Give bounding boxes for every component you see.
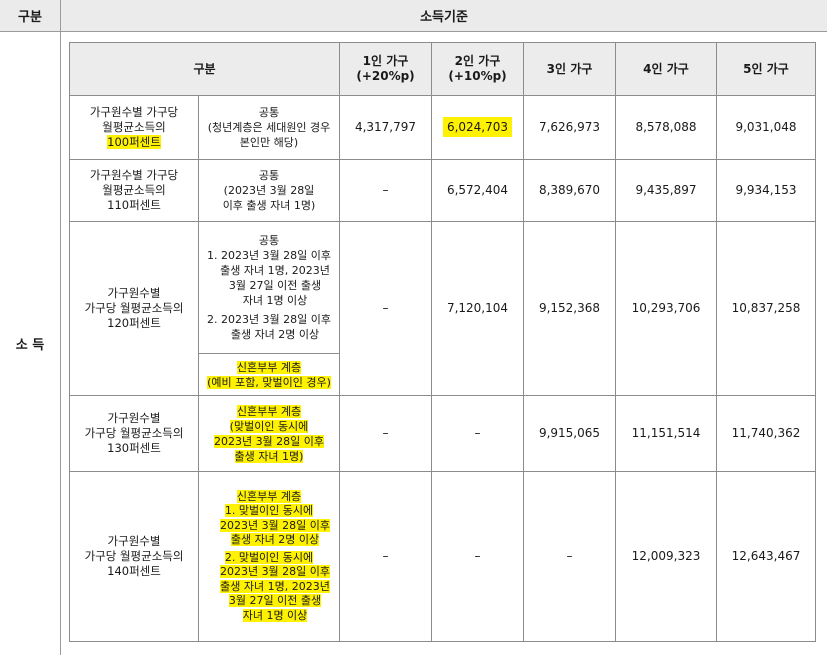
value-cell: 6,572,404 <box>431 159 524 222</box>
value-cell: 6,024,703 <box>431 95 524 160</box>
row-label: 가구원수별 가구당 월평균소득의 100퍼센트 <box>69 95 199 160</box>
condition-cell: 공통 1. 2023년 3월 28일 이후 출생 자녀 1명, 2023년 3월 2… <box>198 221 340 354</box>
value-cell: 12,643,467 <box>716 471 816 642</box>
table-row: 가구원수별 가구당 월평균소득의 120퍼센트 공통 1. 2023년 3월 2… <box>69 221 816 396</box>
condition-cell: 신혼부부 계층 (맞벌이인 동시에 2023년 3월 28일 이후 출생 자녀 … <box>198 395 340 472</box>
condition-cell: 신혼부부 계층 (예비 포함, 맞벌이인 경우) <box>198 353 340 396</box>
row-label: 가구원수별 가구당 월평균소득의 110퍼센트 <box>69 159 199 222</box>
value-cell: 9,031,048 <box>716 95 816 160</box>
value-cell: 10,837,258 <box>716 221 816 396</box>
value-cell: – <box>339 159 432 222</box>
value-cell: – <box>431 395 524 472</box>
value-cell: 4,317,797 <box>339 95 432 160</box>
row-label: 가구원수별 가구당 월평균소득의 140퍼센트 <box>69 471 199 642</box>
table-row: 가구원수별 가구당 월평균소득의 140퍼센트 신혼부부 계층 1. 맞벌이인 … <box>69 471 816 642</box>
household-1-header: 1인 가구 (+20%p) <box>339 42 432 96</box>
value-cell: 9,915,065 <box>523 395 616 472</box>
value-cell: 11,740,362 <box>716 395 816 472</box>
row-label: 가구원수별 가구당 월평균소득의 120퍼센트 <box>69 221 199 396</box>
value-cell: – <box>339 221 432 396</box>
income-criteria-title: 소득기준 <box>61 0 827 32</box>
table-row: 가구원수별 가구당 월평균소득의 130퍼센트 신혼부부 계층 (맞벌이인 동시… <box>69 395 816 472</box>
value-cell: 9,152,368 <box>523 221 616 396</box>
value-cell: 7,120,104 <box>431 221 524 396</box>
value-cell: 11,151,514 <box>615 395 717 472</box>
income-criteria-table: 구분 1인 가구 (+20%p) 2인 가구 (+10%p) 3인 가구 4인 가구… <box>69 42 816 642</box>
value-cell: 9,934,153 <box>716 159 816 222</box>
income-row-label: 소 득 <box>0 32 61 655</box>
value-cell: – <box>339 395 432 472</box>
value-cell: 8,389,670 <box>523 159 616 222</box>
value-cell: – <box>339 471 432 642</box>
value-cell: 8,578,088 <box>615 95 717 160</box>
table-row: 가구원수별 가구당 월평균소득의 100퍼센트 공통 (청년계층은 세대원인 경… <box>69 95 816 160</box>
value-cell: 10,293,706 <box>615 221 717 396</box>
value-cell: – <box>523 471 616 642</box>
value-cell: 12,009,323 <box>615 471 717 642</box>
category-header: 구분 <box>69 42 340 96</box>
household-3-header: 3인 가구 <box>523 42 616 96</box>
value-cell: 7,626,973 <box>523 95 616 160</box>
household-4-header: 4인 가구 <box>615 42 717 96</box>
header-row: 구분 1인 가구 (+20%p) 2인 가구 (+10%p) 3인 가구 4인 가구… <box>69 42 816 96</box>
row-label: 가구원수별 가구당 월평균소득의 130퍼센트 <box>69 395 199 472</box>
condition-cell: 공통 (2023년 3월 28일 이후 출생 자녀 1명) <box>198 159 340 222</box>
table-row: 가구원수별 가구당 월평균소득의 110퍼센트 공통 (2023년 3월 28일… <box>69 159 816 222</box>
outer-category-header: 구분 <box>0 0 61 32</box>
household-2-header: 2인 가구 (+10%p) <box>431 42 524 96</box>
value-cell: 9,435,897 <box>615 159 717 222</box>
condition-cell: 신혼부부 계층 1. 맞벌이인 동시에 2023년 3월 28일 이후 출생 자녀 … <box>198 471 340 642</box>
condition-cell: 공통 (청년계층은 세대원인 경우 본인만 해당) <box>198 95 340 160</box>
household-5-header: 5인 가구 <box>716 42 816 96</box>
value-cell: – <box>431 471 524 642</box>
